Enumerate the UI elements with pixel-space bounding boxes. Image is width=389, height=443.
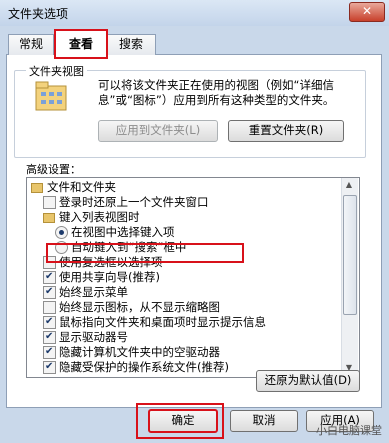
scroll-up-arrow[interactable]: ▲ — [341, 178, 357, 192]
tab-view[interactable]: 查看 — [54, 29, 108, 59]
folder-view-label: 文件夹视图 — [26, 63, 87, 79]
checkbox[interactable] — [43, 330, 56, 344]
folder-view-description-line2: 息”或“图标”）应用到所有这种类型的文件夹。 — [98, 93, 335, 107]
folder-icon — [31, 183, 43, 193]
checkbox[interactable] — [43, 345, 56, 359]
tree-item-label: 隐藏计算机文件夹中的空驱动器 — [59, 345, 220, 359]
cancel-button[interactable]: 取消 — [230, 410, 298, 432]
advanced-settings-tree[interactable]: 文件和文件夹 登录时还原上一个文件夹窗口 键入列表视图时 在视图中选择键入项 自动键入到… — [26, 177, 360, 378]
folder-views-icon — [35, 81, 67, 111]
window-title: 文件夹选项 — [8, 7, 69, 21]
tree-item-label: 在视图中选择键入项 — [71, 225, 175, 239]
watermark: 小白电脑课堂 — [316, 424, 382, 437]
tree-item-label: 使用共享向导(推荐) — [59, 270, 160, 284]
apply-to-folders-button[interactable]: 应用到文件夹(L) — [98, 120, 218, 142]
radio-button[interactable] — [55, 226, 68, 239]
tree-item-label: 登录时还原上一个文件夹窗口 — [59, 195, 209, 209]
tab-general[interactable]: 常规 — [8, 34, 54, 55]
checkbox[interactable] — [43, 196, 56, 209]
restore-defaults-button[interactable]: 还原为默认值(D) — [256, 370, 360, 392]
tree-item-label: 始终显示图标，从不显示缩略图 — [59, 300, 220, 314]
tree-item-label: 始终显示菜单 — [59, 285, 128, 299]
tree-item-label: 文件和文件夹 — [47, 180, 116, 194]
tab-search[interactable]: 搜索 — [106, 34, 156, 55]
reset-folders-button[interactable]: 重置文件夹(R) — [228, 120, 344, 142]
tree-item-label: 显示驱动器号 — [59, 330, 128, 344]
advanced-settings-label: 高级设置： — [26, 163, 81, 176]
ok-button[interactable]: 确定 — [148, 409, 218, 433]
tree-item-label: 键入列表视图时 — [59, 210, 140, 224]
checkbox[interactable] — [43, 285, 56, 299]
scroll-thumb[interactable] — [343, 195, 357, 315]
folder-view-description-line1: 可以将该文件夹正在使用的视图（例如“详细信 — [98, 78, 334, 92]
tree-item-label: 鼠标指向文件夹和桌面项时显示提示信息 — [59, 315, 266, 329]
checkbox[interactable] — [43, 301, 56, 314]
checkbox[interactable] — [43, 360, 56, 374]
checkbox[interactable] — [43, 270, 56, 284]
close-button[interactable]: ✕ — [349, 2, 385, 22]
folder-icon — [43, 213, 55, 223]
highlight-annotation — [46, 243, 244, 263]
checkbox[interactable] — [43, 315, 56, 329]
tree-item-label: 隐藏受保护的操作系统文件(推荐) — [59, 360, 229, 374]
